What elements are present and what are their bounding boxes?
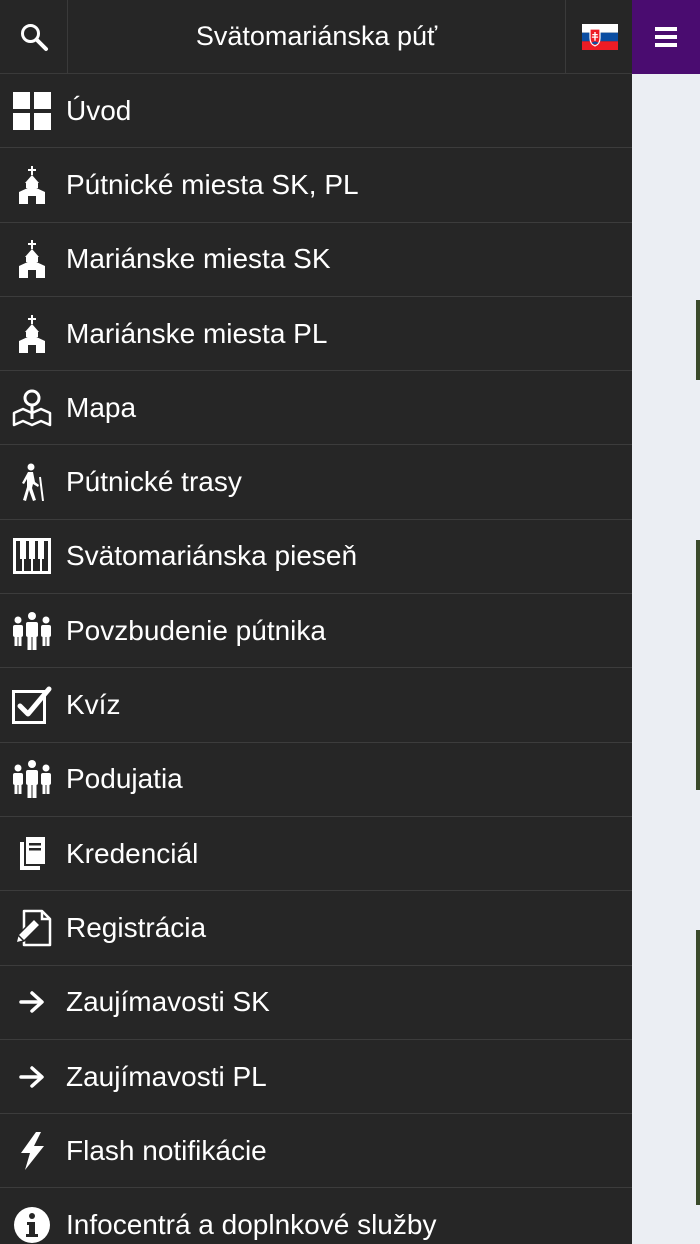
language-button[interactable] bbox=[565, 0, 633, 73]
menu-item-label: Infocentrá a doplnkové služby bbox=[66, 1209, 437, 1241]
menu-item-povzbudenie-putnika[interactable]: Povzbudenie pútnika bbox=[0, 594, 632, 669]
menu-item-podujatia[interactable]: Podujatia bbox=[0, 743, 632, 817]
menu-item-zaujimavosti-pl[interactable]: Zaujímavosti PL bbox=[0, 1040, 632, 1115]
grid-icon bbox=[0, 74, 64, 148]
menu-item-label: Povzbudenie pútnika bbox=[66, 614, 326, 646]
menu-toggle-button[interactable] bbox=[632, 0, 700, 74]
menu-item-marianske-miesta-sk[interactable]: Mariánske miesta SK bbox=[0, 223, 632, 297]
navigation-drawer: Úvod Pútnické miesta SK, PL Mariánske mi bbox=[0, 74, 632, 1244]
arrow-right-icon bbox=[0, 965, 64, 1039]
church-icon bbox=[0, 148, 64, 222]
menu-item-putnicke-miesta[interactable]: Pútnické miesta SK, PL bbox=[0, 148, 632, 223]
menu-item-label: Pútnické trasy bbox=[66, 466, 242, 498]
menu-item-label: Flash notifikácie bbox=[66, 1134, 267, 1166]
hiker-icon bbox=[0, 445, 64, 519]
menu-item-label: Svätomariánska pieseň bbox=[66, 540, 358, 572]
menu-item-label: Kredenciál bbox=[66, 837, 199, 869]
menu-item-mapa[interactable]: Mapa bbox=[0, 371, 632, 446]
menu-item-label: Zaujímavosti PL bbox=[66, 1060, 267, 1092]
app-title: Svätomariánska púť bbox=[195, 21, 438, 51]
menu-item-label: Mapa bbox=[66, 391, 137, 423]
menu-item-label: Úvod bbox=[66, 94, 132, 126]
content-image-edge bbox=[696, 930, 700, 1205]
menu-item-registracia[interactable]: Registrácia bbox=[0, 891, 632, 966]
menu-item-label: Mariánske miesta SK bbox=[66, 243, 331, 275]
menu-item-label: Registrácia bbox=[66, 911, 207, 943]
people-group-icon bbox=[0, 594, 64, 668]
map-pin-icon bbox=[0, 371, 64, 445]
menu-item-label: Podujatia bbox=[66, 763, 183, 795]
church-icon bbox=[0, 297, 64, 371]
menu-item-flash-notifikacie[interactable]: Flash notifikácie bbox=[0, 1114, 632, 1189]
menu-item-label: Zaujímavosti SK bbox=[66, 986, 270, 1018]
checkbox-icon bbox=[0, 668, 64, 742]
content-image-edge bbox=[696, 540, 700, 790]
info-icon bbox=[0, 1188, 64, 1244]
church-icon bbox=[0, 222, 64, 296]
menu-item-uvod[interactable]: Úvod bbox=[0, 74, 632, 149]
main-content-background bbox=[632, 74, 700, 1244]
menu-item-kredencial[interactable]: Kredenciál bbox=[0, 817, 632, 892]
menu-item-kviz[interactable]: Kvíz bbox=[0, 668, 632, 743]
menu-item-putnicke-trasy[interactable]: Pútnické trasy bbox=[0, 445, 632, 520]
search-icon bbox=[19, 22, 49, 52]
menu-item-svatomarianska-piesen[interactable]: Svätomariánska pieseň bbox=[0, 519, 632, 595]
people-group-icon bbox=[0, 742, 64, 816]
slovak-flag-icon bbox=[581, 23, 618, 50]
lightning-icon bbox=[0, 1114, 64, 1188]
menu-item-infocentra[interactable]: Infocentrá a doplnkové služby bbox=[0, 1188, 632, 1244]
menu-item-zaujimavosti-sk[interactable]: Zaujímavosti SK bbox=[0, 966, 632, 1040]
hamburger-menu-icon bbox=[655, 27, 677, 47]
menu-item-label: Mariánske miesta PL bbox=[66, 317, 328, 349]
app-header: Svätomariánska púť bbox=[0, 0, 632, 74]
document-icon bbox=[0, 817, 64, 891]
menu-item-label: Pútnické miesta SK, PL bbox=[66, 168, 359, 200]
arrow-right-icon bbox=[0, 1040, 64, 1114]
content-image-edge bbox=[696, 300, 700, 380]
search-button[interactable] bbox=[0, 0, 68, 73]
piano-icon bbox=[0, 519, 64, 593]
menu-item-label: Kvíz bbox=[66, 689, 121, 721]
edit-icon bbox=[0, 891, 64, 965]
menu-item-marianske-miesta-pl[interactable]: Mariánske miesta PL bbox=[0, 297, 632, 372]
